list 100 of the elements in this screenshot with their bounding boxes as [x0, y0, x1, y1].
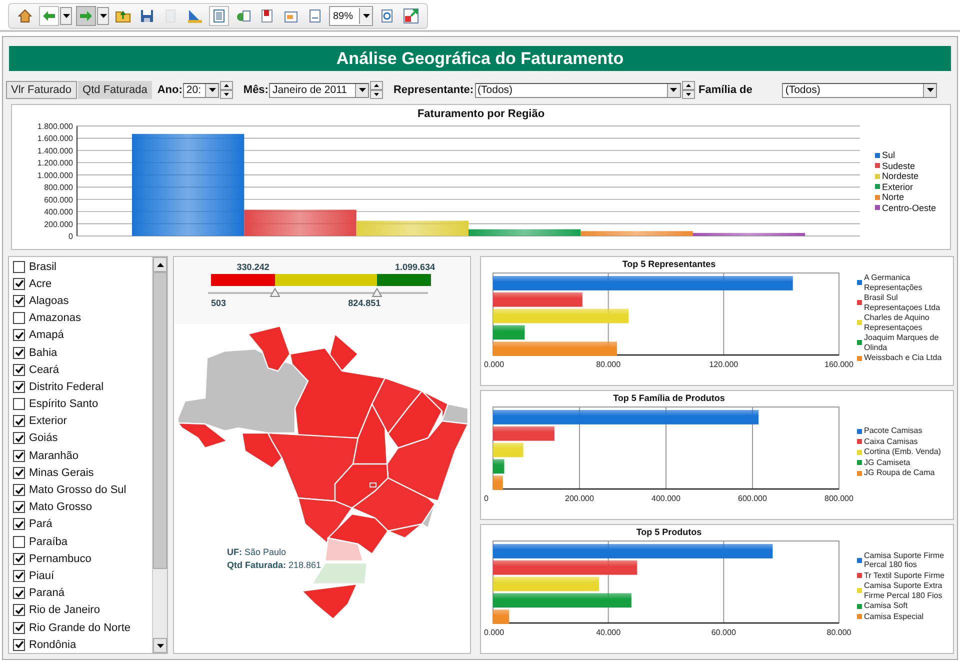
- document-icon: [284, 9, 298, 23]
- spinner-control[interactable]: [220, 81, 234, 99]
- filter-dropdown[interactable]: (Todos): [782, 82, 938, 98]
- checkbox[interactable]: [13, 364, 25, 376]
- caret-icon: [362, 14, 370, 18]
- legend-label: Exterior: [882, 182, 914, 192]
- slider-thumb[interactable]: [270, 288, 280, 297]
- threshold-value: 824.851: [348, 298, 381, 310]
- map-tooltip-text: Qtd Faturada: 218.861: [227, 559, 322, 572]
- measure-toggle[interactable]: Qtd Faturada: [78, 81, 152, 99]
- state-list-item[interactable]: Espírito Santo: [9, 396, 152, 413]
- spinner-control[interactable]: [370, 81, 384, 99]
- checkbox[interactable]: [13, 552, 25, 565]
- state-list-item[interactable]: Minas Gerais: [9, 464, 152, 482]
- chart-title: Top 5 Família de Produtos: [612, 393, 726, 403]
- filter-dropdown[interactable]: 20:: [183, 82, 220, 98]
- scrollbar-thumb[interactable]: [153, 272, 167, 569]
- checkbox[interactable]: [13, 380, 25, 393]
- state-list-item[interactable]: Maranhão: [9, 447, 152, 464]
- state-list-item[interactable]: Ceará: [9, 361, 152, 378]
- slider-thumb[interactable]: [372, 288, 382, 297]
- bar: [493, 325, 525, 340]
- checkbox[interactable]: [13, 260, 25, 273]
- state-list-item[interactable]: Piauí: [9, 567, 152, 585]
- legend-label: Brasil Sul Representaçoes Ltda: [864, 293, 942, 312]
- legend-label: JG Roupa de Cama: [864, 468, 935, 478]
- legend-label: Camisa Soft: [864, 601, 908, 611]
- legend-label: Sul: [882, 150, 896, 160]
- checkbox[interactable]: [13, 484, 25, 496]
- checkbox[interactable]: [13, 278, 25, 290]
- forward-menu-button[interactable]: [97, 7, 109, 25]
- chart-title: Faturamento por Região: [416, 108, 546, 120]
- state-list-item[interactable]: Distrito Federal: [9, 378, 152, 396]
- state-list-item[interactable]: Acre: [9, 275, 152, 292]
- state-list-item[interactable]: Brasil: [9, 258, 152, 276]
- state-list-item[interactable]: Exterior: [9, 412, 152, 430]
- zoom-dropdown[interactable]: 89%: [329, 6, 373, 26]
- measure-toggle[interactable]: Vlr Faturado: [6, 81, 77, 99]
- down-arrow-icon: [156, 644, 164, 648]
- bar: [493, 442, 524, 458]
- axis-tick-label: 200.000: [565, 494, 594, 503]
- state-list-item[interactable]: Mato Grosso: [9, 498, 152, 516]
- axis-tick-label: 400.000: [44, 208, 73, 217]
- legend-label: Tr Textil Suporte Firme: [864, 570, 944, 580]
- checkbox[interactable]: [13, 415, 25, 428]
- exit-button[interactable]: [401, 6, 421, 26]
- axis-tick-label: 600.000: [738, 494, 767, 503]
- state-list-item[interactable]: Bahia: [9, 344, 152, 362]
- checkbox[interactable]: [13, 450, 25, 462]
- state-list-item[interactable]: Paraná: [9, 584, 152, 602]
- checkbox[interactable]: [13, 312, 25, 324]
- legend-label: Sudeste: [882, 160, 916, 171]
- caret-icon: [62, 14, 70, 18]
- document-icon: [261, 9, 273, 23]
- page-button[interactable]: [209, 6, 229, 26]
- state-list-item[interactable]: Goiás: [9, 430, 152, 448]
- scroll-up-button[interactable]: [153, 257, 167, 272]
- state-list-item[interactable]: Alagoas: [9, 292, 152, 310]
- state-list-item[interactable]: Amapá: [9, 326, 152, 344]
- checkbox[interactable]: [13, 604, 25, 616]
- filter-dropdown[interactable]: (Todos): [474, 82, 681, 98]
- checkbox[interactable]: [13, 622, 25, 634]
- checkbox[interactable]: [13, 346, 25, 359]
- checkbox[interactable]: [13, 536, 25, 548]
- state-list-item[interactable]: Amazonas: [9, 310, 152, 327]
- left-arrow-icon: [42, 10, 56, 22]
- state-list-item[interactable]: Rio de Janeiro: [9, 602, 152, 619]
- caret-icon: [926, 88, 934, 92]
- state-list-item[interactable]: Paraíba: [9, 533, 152, 550]
- filter-label: Mês:: [243, 84, 268, 96]
- state-list-item[interactable]: Pernambuco: [9, 550, 152, 568]
- scroll-down-button[interactable]: [153, 638, 167, 653]
- state-list-item[interactable]: Pará: [9, 516, 152, 533]
- legend-label: Camisa Suporte Extra Firme Percal 180 Fios: [864, 581, 944, 600]
- checkbox[interactable]: [13, 587, 25, 600]
- ruler-icon: [187, 8, 203, 24]
- checkbox[interactable]: [13, 466, 25, 479]
- chart-title: Top 5 Produtos: [635, 527, 703, 537]
- checkbox[interactable]: [13, 432, 25, 444]
- checkbox[interactable]: [13, 501, 25, 514]
- axis-tick-label: 800.000: [824, 494, 854, 503]
- caret-icon: [208, 88, 216, 92]
- map-tooltip-text: UF: São Paulo: [227, 546, 288, 559]
- checkbox[interactable]: [13, 570, 25, 582]
- state-list-item[interactable]: Mato Grosso do Sul: [9, 481, 152, 499]
- axis-tick-label: 120.000: [709, 360, 738, 369]
- back-menu-button[interactable]: [60, 7, 72, 25]
- range-slider[interactable]: [208, 287, 428, 298]
- legend-label: Caixa Camisas: [864, 436, 918, 446]
- checkbox[interactable]: [13, 294, 25, 307]
- checkbox[interactable]: [13, 638, 25, 651]
- state-list-item[interactable]: Rondônia: [9, 636, 152, 654]
- spinner-control[interactable]: [682, 81, 695, 99]
- axis-tick-label: 80.000: [826, 628, 852, 637]
- checkbox[interactable]: [13, 398, 25, 410]
- filter-dropdown[interactable]: Janeiro de 2011: [269, 82, 370, 98]
- checkbox[interactable]: [13, 518, 25, 530]
- scrollbar[interactable]: [152, 257, 167, 653]
- checkbox[interactable]: [13, 329, 25, 342]
- state-list-item[interactable]: Rio Grande do Norte: [9, 618, 152, 636]
